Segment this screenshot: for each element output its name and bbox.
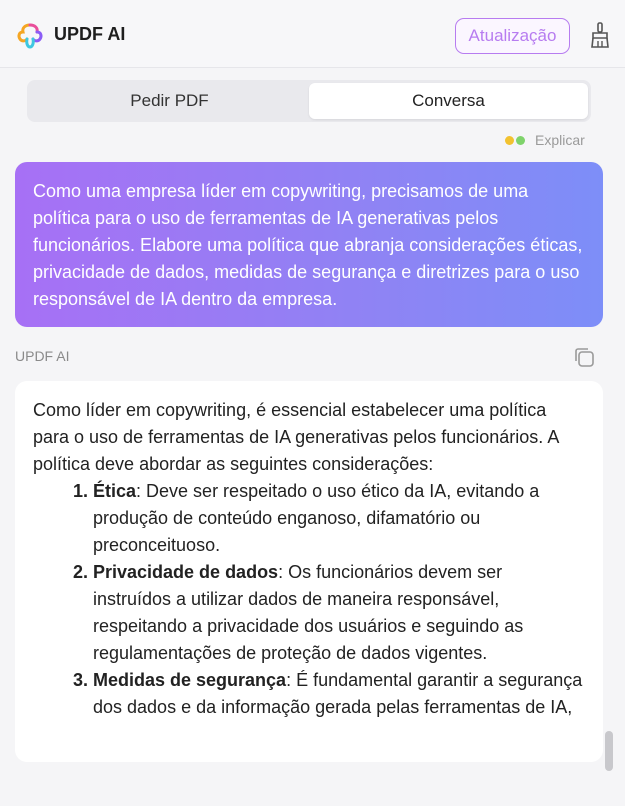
tab-pedir-pdf[interactable]: Pedir PDF — [30, 83, 309, 119]
header: UPDF AI Atualização — [0, 0, 625, 68]
scrollbar-thumb[interactable] — [605, 731, 613, 771]
copy-icon[interactable] — [572, 345, 596, 369]
ai-response-intro: Como líder em copywriting, é essencial e… — [33, 400, 559, 474]
list-item-title: Ética — [93, 481, 137, 501]
list-item: Ética: Deve ser respeitado o uso ético d… — [93, 478, 585, 559]
explain-icon — [505, 135, 525, 145]
ai-sender-label: UPDF AI — [15, 348, 70, 364]
list-item-title: Medidas de segurança — [93, 670, 287, 690]
list-item-text: : Deve ser respeitado o uso ético da IA,… — [93, 481, 540, 555]
explain-button[interactable]: Explicar — [505, 130, 585, 150]
ai-response-card: Como líder em copywriting, é essencial e… — [15, 381, 603, 762]
broom-icon[interactable] — [589, 22, 611, 48]
updf-logo-icon — [17, 23, 43, 49]
tab-conversa[interactable]: Conversa — [309, 83, 588, 119]
ai-response-list: Ética: Deve ser respeitado o uso ético d… — [33, 478, 585, 721]
mode-tabs: Pedir PDF Conversa — [27, 80, 591, 122]
upgrade-button[interactable]: Atualização — [455, 18, 570, 54]
list-item: Privacidade de dados: Os funcionários de… — [93, 559, 585, 667]
user-message-bubble: Como uma empresa líder em copywriting, p… — [15, 162, 603, 327]
explain-label: Explicar — [535, 132, 585, 148]
list-item-title: Privacidade de dados — [93, 562, 279, 582]
list-item: Medidas de segurança: É fundamental gara… — [93, 667, 585, 721]
user-message-text: Como uma empresa líder em copywriting, p… — [33, 181, 583, 309]
app-title: UPDF AI — [54, 24, 126, 44]
